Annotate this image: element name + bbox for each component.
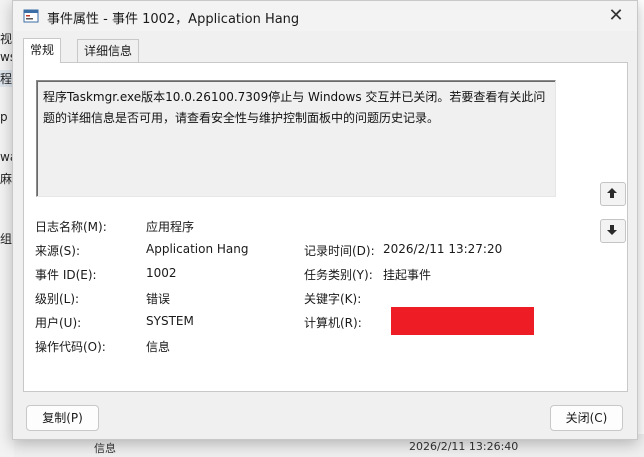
dialog-title: 事件属性 - 事件 1002，Application Hang <box>47 12 300 27</box>
event-properties-dialog: 事件属性 - 事件 1002，Application Hang ✕ 常规 详细信… <box>12 0 638 440</box>
level-label: 级别(L): <box>35 292 80 306</box>
task-category-label: 任务类别(Y): <box>304 268 373 282</box>
level-value: 错误 <box>146 292 171 306</box>
event-id-label: 事件 ID(E): <box>35 268 97 282</box>
background-fragment: 组 <box>0 232 13 246</box>
logged-value: 2026/2/11 13:27:20 <box>383 242 503 256</box>
log-name-label: 日志名称(M): <box>35 220 107 234</box>
opcode-value: 信息 <box>146 340 171 354</box>
source-value: Application Hang <box>146 242 249 256</box>
opcode-label: 操作代码(O): <box>35 340 106 354</box>
source-label: 来源(S): <box>35 244 81 258</box>
background-fragment: p <box>0 110 8 124</box>
arrow-down-icon <box>607 225 617 235</box>
background-row-level: 信息 <box>94 442 116 455</box>
event-viewer-icon <box>23 8 39 24</box>
close-button[interactable]: 关闭(C) <box>550 405 623 431</box>
arrow-up-icon <box>607 188 617 198</box>
logged-label: 记录时间(D): <box>304 244 375 258</box>
user-label: 用户(U): <box>35 316 82 330</box>
next-event-button[interactable] <box>600 219 626 243</box>
title-bar: 事件属性 - 事件 1002，Application Hang ✕ <box>13 1 637 31</box>
tab-general[interactable]: 常规 <box>23 38 62 63</box>
user-value: SYSTEM <box>146 314 194 328</box>
background-fragment: 麻 <box>0 172 13 186</box>
computer-value-redaction <box>391 307 534 335</box>
event-id-value: 1002 <box>146 266 177 280</box>
background-fragment: 程 <box>0 70 13 87</box>
background-row-date: 2026/2/11 13:26:40 <box>409 440 519 453</box>
event-description[interactable]: 程序Taskmgr.exe版本10.0.26100.7309停止与 Window… <box>36 80 556 197</box>
close-icon[interactable]: ✕ <box>605 5 627 27</box>
log-name-value: 应用程序 <box>146 220 195 234</box>
task-category-value: 挂起事件 <box>383 268 432 282</box>
general-tab-panel: 程序Taskmgr.exe版本10.0.26100.7309停止与 Window… <box>23 62 628 392</box>
copy-button[interactable]: 复制(P) <box>26 405 99 431</box>
previous-event-button[interactable] <box>600 182 626 206</box>
computer-label: 计算机(R): <box>304 316 362 330</box>
keywords-label: 关键字(K): <box>304 292 362 306</box>
tab-details[interactable]: 详细信息 <box>77 39 140 62</box>
